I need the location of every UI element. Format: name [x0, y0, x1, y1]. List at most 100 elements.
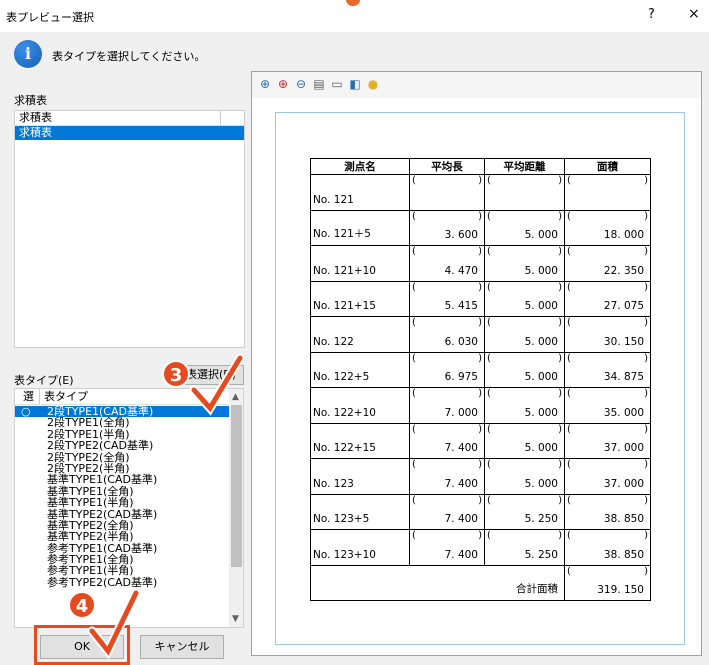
table-row: No. 122+15() 7. 400() 5. 000() 37. 000 [310, 422, 651, 459]
check-mark-3 [189, 353, 245, 416]
cell-value: 5. 000 [524, 442, 558, 454]
title-bar: 表プレビュー選択 ? × [0, 0, 709, 32]
paren-close: ) [558, 175, 562, 186]
paren-close: ) [558, 388, 562, 399]
table-row: No. 123+5() 7. 400() 5. 250() 38. 850 [310, 493, 651, 530]
table-cell: () 6. 030 [409, 316, 485, 353]
paren-close: ) [478, 530, 482, 541]
paren-close: ) [478, 423, 482, 435]
paren-open: ( [412, 210, 416, 222]
table-row: No. 122+10() 7. 000() 5. 000() 35. 000 [310, 387, 651, 424]
cell-value: No. 121＋5 [313, 228, 371, 240]
cell-value: 38. 850 [603, 513, 644, 525]
paren-open: ( [412, 388, 416, 399]
cell-value: 5. 000 [524, 406, 558, 419]
cell-value: 6. 975 [444, 371, 478, 383]
table-list[interactable]: 求積表 求積表 [14, 110, 245, 348]
paren-open: ( [567, 175, 571, 186]
paren-open: ( [567, 423, 571, 435]
paren-open: ( [487, 388, 491, 399]
tip-icon[interactable]: ● [366, 77, 380, 91]
table-cell [310, 564, 485, 601]
paren-close: ) [478, 175, 482, 186]
scroll-thumb[interactable] [231, 405, 242, 567]
cell-value: 5. 000 [524, 264, 558, 277]
paren-open: ( [412, 246, 416, 257]
table-cell: () 7. 400 [409, 422, 485, 459]
cell-value: No. 122+15 [313, 442, 376, 454]
export-icon[interactable]: ◧ [348, 77, 362, 91]
paren-close: ) [558, 317, 562, 328]
type-list-scrollbar[interactable]: ▲ ▼ [229, 389, 243, 627]
table-cell: () 37. 000 [564, 422, 651, 459]
table-cell: () 5. 250 [484, 529, 565, 566]
table-cell: () 5. 000 [484, 245, 565, 282]
paren-open: ( [412, 352, 416, 364]
paren-open: ( [412, 530, 416, 541]
page-icon[interactable]: ▭ [330, 77, 344, 91]
table-cell: () 7. 400 [409, 493, 485, 530]
table-cell: () 7. 400 [409, 529, 485, 566]
table-cell: 合計面積 [484, 564, 565, 601]
help-button[interactable]: ? [648, 7, 655, 22]
paren-open: ( [567, 246, 571, 257]
table-row: No. 123() 7. 400() 5. 000() 37. 000 [310, 458, 651, 495]
paren-open: ( [567, 388, 571, 399]
cell-value: 34. 875 [603, 371, 644, 383]
table-cell: () [484, 174, 565, 211]
cell-value: 5. 415 [444, 300, 478, 312]
table-cell: () 7. 000 [409, 387, 485, 424]
paren-close: ) [478, 281, 482, 293]
total-row: 合計面積 () 319. 150 [310, 564, 651, 601]
cancel-button[interactable]: キャンセル [140, 635, 224, 659]
table-list-label: 求積表 [14, 94, 47, 107]
table-cell: () 5. 000 [484, 351, 565, 388]
paren-close: ) [558, 352, 562, 364]
table-cell: () 35. 000 [564, 387, 651, 424]
paren-open: ( [567, 530, 571, 541]
paren-close: ) [478, 210, 482, 222]
paren-open: ( [567, 494, 571, 506]
preview-page: 測点名 平均長 平均距離 面積 No. 121()()() No. 121＋5()… [275, 112, 685, 645]
table-cell: No. 121+10 [310, 245, 410, 282]
paren-open: ( [487, 210, 491, 222]
paren-close: ) [644, 317, 648, 328]
table-cell: () [564, 174, 651, 211]
table-cell: () 4. 470 [409, 245, 485, 282]
table-cell: () 5. 250 [484, 493, 565, 530]
cell-value: 5. 000 [524, 477, 558, 490]
column-type[interactable]: 表タイプ [39, 389, 88, 404]
close-button[interactable]: × [688, 6, 700, 22]
print-icon[interactable]: ▤ [312, 77, 326, 91]
cell-value: 5. 000 [524, 371, 558, 383]
header-avg-distance: 平均距離 [484, 158, 565, 175]
paren-close: ) [644, 459, 648, 470]
cell-value: No. 122 [313, 335, 354, 348]
table-cell: () 18. 000 [564, 209, 651, 246]
table-cell: () 6. 975 [409, 351, 485, 388]
cell-value: 27. 075 [603, 300, 644, 312]
zoom-out-icon[interactable]: ⊖ [294, 77, 308, 91]
table-cell: () 7. 400 [409, 458, 485, 495]
paren-close: ) [644, 210, 648, 222]
zoom-in-icon[interactable]: ⊕ [276, 77, 290, 91]
paren-open: ( [487, 246, 491, 257]
table-list-header[interactable]: 求積表 [15, 111, 244, 126]
column-select[interactable]: 選 [23, 389, 34, 404]
paren-open: ( [412, 175, 416, 186]
header-station: 測点名 [310, 158, 410, 175]
table-cell: () 37. 000 [564, 458, 651, 495]
table-list-item[interactable]: 求積表 [15, 126, 244, 140]
table-cell: () 319. 150 [564, 564, 651, 601]
paren-open: ( [567, 459, 571, 470]
window-title: 表プレビュー選択 [6, 11, 94, 24]
radio-icon: ○ [21, 405, 31, 418]
paren-open: ( [487, 423, 491, 435]
table-cell: No. 122+5 [310, 351, 410, 388]
scroll-down-icon[interactable]: ▼ [232, 614, 239, 624]
decoration [346, 0, 360, 6]
cell-value: No. 121+15 [313, 300, 376, 312]
zoom-fit-icon[interactable]: ⊕ [258, 77, 272, 91]
paren-close: ) [644, 565, 648, 577]
paren-close: ) [644, 175, 648, 186]
